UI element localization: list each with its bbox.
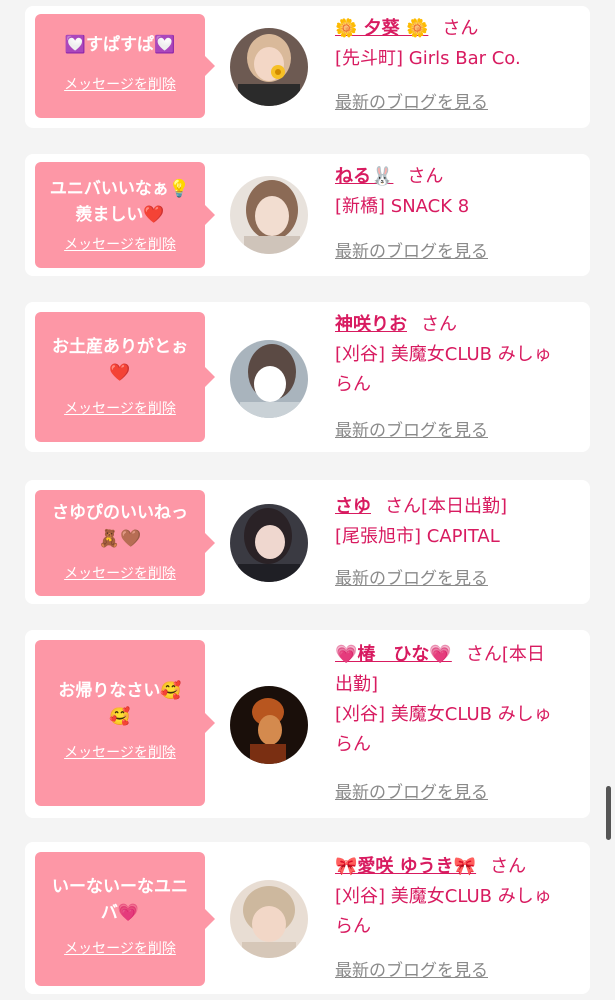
- cast-info: 🎀愛咲 ゆうき🎀 さん [刈谷] 美魔女CLUB みしゅ らん: [335, 852, 583, 942]
- avatar[interactable]: [230, 686, 308, 764]
- work-status: [本日: [501, 644, 545, 665]
- avatar[interactable]: [230, 340, 308, 418]
- delete-message-link[interactable]: メッセージを削除: [35, 236, 205, 254]
- shop-name: [刈谷] 美魔女CLUB みしゅ らん: [335, 704, 552, 755]
- delete-message-link[interactable]: メッセージを削除: [35, 76, 205, 94]
- shop-name: [尾張旭市] CAPITAL: [335, 526, 500, 547]
- message-card: いーないーなユニ バ💗 メッセージを削除 🎀愛咲 ゆうき🎀 さん [刈谷] 美魔女…: [25, 842, 590, 994]
- cast-info: 💗椿 ひな💗 さん[本日 出勤] [刈谷] 美魔女CLUB みしゅ らん: [335, 640, 583, 760]
- latest-blog-link[interactable]: 最新のブログを見る: [335, 960, 488, 982]
- honorific: さん: [407, 166, 444, 187]
- cast-info: 神咲りお さん [刈谷] 美魔女CLUB みしゅ らん: [335, 310, 583, 400]
- delete-message-link[interactable]: メッセージを削除: [35, 565, 205, 583]
- honorific: さん: [421, 314, 457, 335]
- latest-blog-link[interactable]: 最新のブログを見る: [335, 568, 488, 590]
- message-bubble: 💟すぱすぱ💟 メッセージを削除: [35, 14, 215, 118]
- shop-name: [新橋] SNACK 8: [335, 196, 470, 217]
- cast-info: さゆ さん[本日出勤] [尾張旭市] CAPITAL: [335, 492, 583, 552]
- message-text: 💟すぱすぱ💟: [64, 35, 176, 55]
- latest-blog-link[interactable]: 最新のブログを見る: [335, 92, 488, 114]
- delete-message-link[interactable]: メッセージを削除: [35, 400, 205, 418]
- message-bubble: さゆぴのいいねっ 🧸🤎 メッセージを削除: [35, 490, 215, 596]
- delete-message-link[interactable]: メッセージを削除: [35, 940, 205, 958]
- avatar[interactable]: [230, 28, 308, 106]
- cast-info: ねる🐰 さん [新橋] SNACK 8: [335, 162, 583, 222]
- message-text: いーないーなユニ バ💗: [52, 877, 188, 923]
- honorific: さん: [442, 18, 479, 39]
- honorific: さん: [465, 644, 502, 665]
- avatar[interactable]: [230, 880, 308, 958]
- avatar[interactable]: [230, 176, 308, 254]
- latest-blog-link[interactable]: 最新のブログを見る: [335, 782, 488, 804]
- message-card: ユニバいいなぁ💡 羨ましい❤️ メッセージを削除 ねる🐰 さん [新橋] SNAC…: [25, 154, 590, 276]
- message-text: お帰りなさい🥰 🥰: [58, 681, 182, 727]
- message-card: お帰りなさい🥰 🥰 メッセージを削除 💗椿 ひな💗 さん[本日 出勤] [刈谷] …: [25, 630, 590, 818]
- message-text: さゆぴのいいねっ 🧸🤎: [52, 503, 188, 549]
- cast-name-link[interactable]: 💗椿 ひな💗: [335, 644, 452, 665]
- scrollbar[interactable]: [606, 786, 611, 840]
- honorific: さん: [385, 496, 421, 517]
- message-card: さゆぴのいいねっ 🧸🤎 メッセージを削除 さゆ さん[本日出勤] [尾張旭市] C…: [25, 480, 590, 604]
- cast-info: 🌼 夕葵 🌼 さん [先斗町] Girls Bar Co.: [335, 14, 583, 74]
- work-status-cont: 出勤]: [335, 674, 379, 695]
- message-bubble: お土産ありがとぉ ❤️ メッセージを削除: [35, 312, 215, 442]
- cast-name-link[interactable]: 🌼 夕葵 🌼: [335, 18, 428, 39]
- message-card: 💟すぱすぱ💟 メッセージを削除 🌼 夕葵 🌼 さん [先斗町] Girls Bar…: [25, 6, 590, 128]
- message-bubble: お帰りなさい🥰 🥰 メッセージを削除: [35, 640, 215, 806]
- shop-name: [刈谷] 美魔女CLUB みしゅ らん: [335, 886, 552, 937]
- cast-name-link[interactable]: ねる🐰: [335, 166, 393, 187]
- shop-name: [刈谷] 美魔女CLUB みしゅ らん: [335, 344, 552, 395]
- cast-name-link[interactable]: 神咲りお: [335, 314, 407, 335]
- message-bubble: ユニバいいなぁ💡 羨ましい❤️ メッセージを削除: [35, 162, 215, 268]
- delete-message-link[interactable]: メッセージを削除: [35, 744, 205, 762]
- message-text: お土産ありがとぉ ❤️: [52, 337, 188, 383]
- work-status: [本日出勤]: [421, 496, 508, 517]
- latest-blog-link[interactable]: 最新のブログを見る: [335, 241, 488, 263]
- cast-name-link[interactable]: さゆ: [335, 496, 371, 517]
- honorific: さん: [490, 856, 527, 877]
- avatar[interactable]: [230, 504, 308, 582]
- message-text: ユニバいいなぁ💡 羨ましい❤️: [49, 179, 191, 225]
- cast-name-link[interactable]: 🎀愛咲 ゆうき🎀: [335, 856, 476, 877]
- latest-blog-link[interactable]: 最新のブログを見る: [335, 420, 488, 442]
- message-bubble: いーないーなユニ バ💗 メッセージを削除: [35, 852, 215, 986]
- message-card: お土産ありがとぉ ❤️ メッセージを削除 神咲りお さん [刈谷] 美魔女CLUB…: [25, 302, 590, 452]
- shop-name: [先斗町] Girls Bar Co.: [335, 48, 521, 69]
